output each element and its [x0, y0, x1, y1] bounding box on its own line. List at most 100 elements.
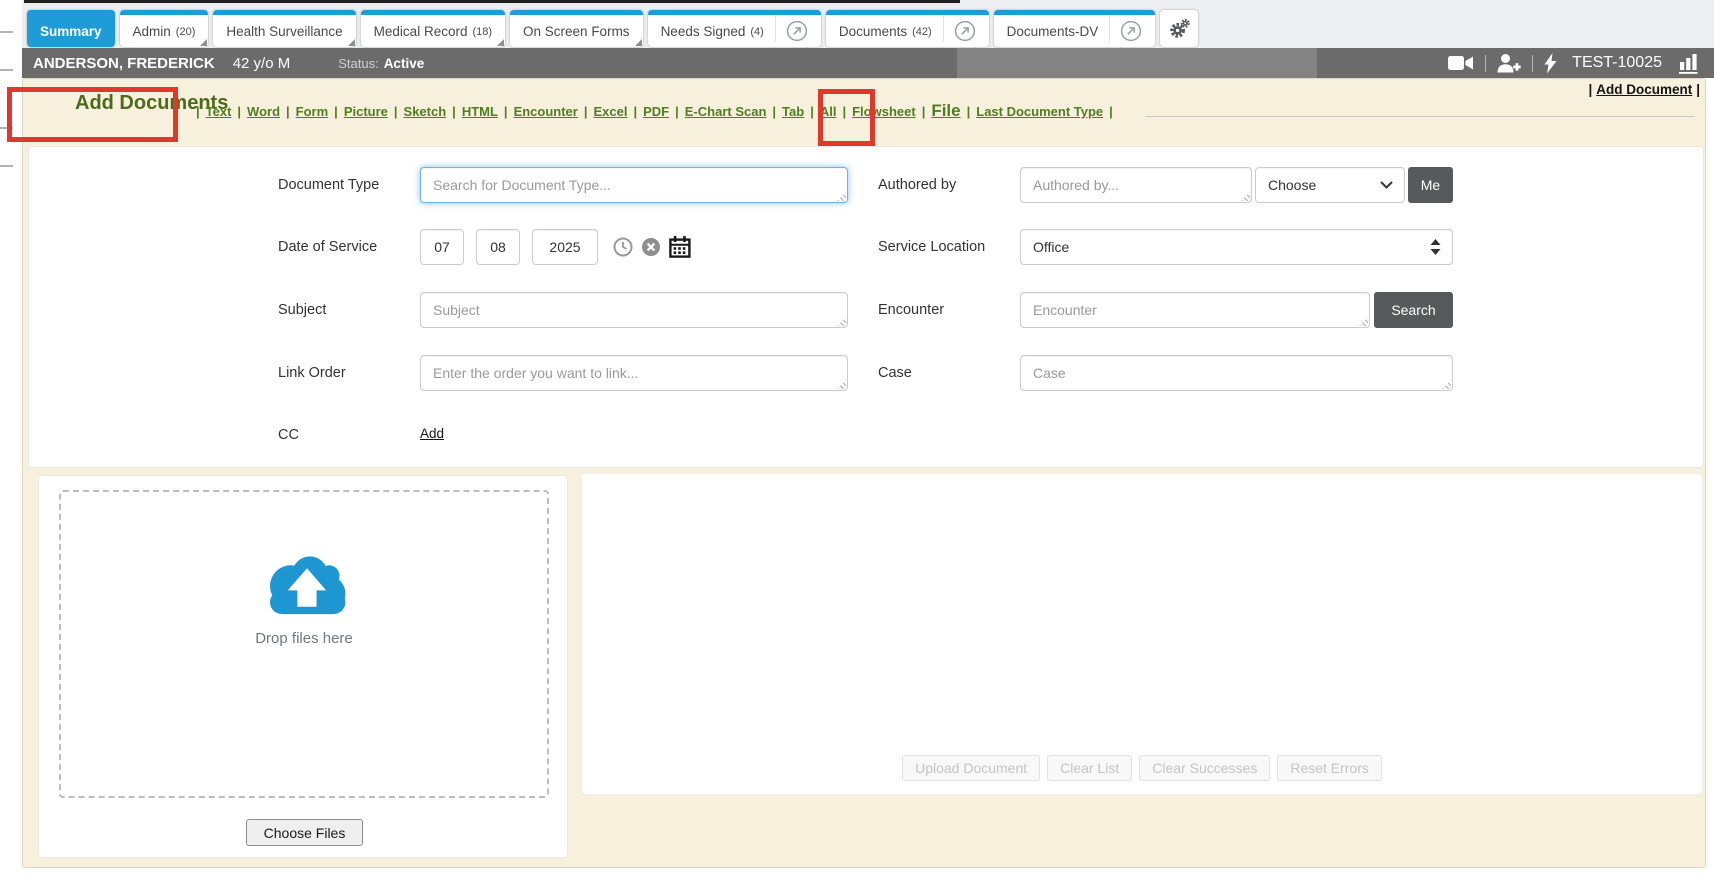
clear-list-button[interactable]: Clear List — [1047, 755, 1132, 781]
tab-documents-dv-label: Documents-DV — [1007, 19, 1099, 39]
top-border-line — [24, 0, 960, 3]
tab-summary-label: Summary — [40, 19, 102, 39]
service-location-label: Service Location — [878, 239, 985, 255]
doc-link-sketch[interactable]: Sketch — [404, 104, 447, 119]
document-type-input[interactable] — [420, 167, 848, 203]
separator: | — [1109, 104, 1113, 119]
settings-gears-button[interactable] — [1160, 10, 1198, 47]
reset-errors-button[interactable]: Reset Errors — [1277, 755, 1382, 781]
separator — [1485, 55, 1486, 72]
authored-by-choose-select[interactable]: Choose — [1255, 167, 1405, 203]
patient-bar-actions: TEST-10025 — [1448, 48, 1700, 78]
subject-input[interactable] — [420, 292, 848, 328]
separator: | — [504, 104, 508, 119]
doc-link-excel[interactable]: Excel — [594, 104, 628, 119]
case-input[interactable] — [1020, 355, 1453, 391]
case-field-wrap — [1020, 355, 1453, 391]
tab-medical-record-count: (18) — [472, 19, 492, 38]
date-day-input[interactable] — [476, 229, 520, 265]
document-type-field-wrap — [420, 167, 848, 203]
doc-link-html[interactable]: HTML — [462, 104, 498, 119]
drop-files-zone[interactable]: Drop files here — [59, 490, 549, 798]
patient-status-value: Active — [384, 56, 425, 71]
doc-link-echart-scan[interactable]: E-Chart Scan — [685, 104, 767, 119]
encounter-input[interactable] — [1020, 292, 1370, 328]
tab-documents-label: Documents — [839, 19, 907, 39]
cc-add-link[interactable]: Add — [420, 426, 444, 441]
separator: | — [1588, 82, 1592, 97]
tab-admin-label: Admin — [133, 19, 171, 39]
authored-by-input[interactable] — [1020, 167, 1252, 203]
cloud-upload-icon — [254, 552, 354, 620]
authored-by-label: Authored by — [878, 177, 956, 193]
separator: | — [1696, 82, 1700, 97]
gears-icon — [1169, 18, 1190, 39]
annotation-box-add-documents — [7, 87, 178, 142]
separator: | — [633, 104, 637, 119]
tab-documents[interactable]: Documents (42) — [826, 10, 989, 47]
add-person-icon[interactable] — [1497, 54, 1521, 73]
upload-document-button[interactable]: Upload Document — [902, 755, 1040, 781]
me-button[interactable]: Me — [1408, 167, 1453, 203]
service-location-select[interactable]: Office — [1020, 229, 1453, 265]
doc-link-form[interactable]: Form — [296, 104, 329, 119]
doc-link-tab[interactable]: Tab — [782, 104, 804, 119]
date-month-input[interactable] — [420, 229, 464, 265]
doc-link-last-document-type[interactable]: Last Document Type — [976, 104, 1103, 119]
gutter-tick — [0, 165, 13, 167]
open-in-new-window-icon[interactable] — [943, 15, 976, 42]
tab-medical-record[interactable]: Medical Record (18) — [361, 10, 505, 47]
choose-files-button[interactable]: Choose Files — [246, 819, 363, 846]
case-label: Case — [878, 365, 912, 381]
add-document-link-row: | Add Document | — [1584, 82, 1704, 97]
link-order-input[interactable] — [420, 355, 848, 391]
open-in-new-window-icon[interactable] — [775, 15, 808, 42]
annotation-box-file — [818, 89, 875, 146]
tab-health-surveillance[interactable]: Health Surveillance — [213, 10, 355, 47]
tab-on-screen-forms[interactable]: On Screen Forms — [510, 10, 643, 47]
tab-needs-signed-count: (4) — [750, 19, 763, 38]
bar-chart-icon[interactable] — [1679, 53, 1700, 74]
date-year-input[interactable] — [532, 229, 598, 265]
doc-link-encounter[interactable]: Encounter — [514, 104, 578, 119]
doc-link-word[interactable]: Word — [247, 104, 280, 119]
tab-summary[interactable]: Summary — [27, 10, 115, 47]
doc-link-picture[interactable]: Picture — [344, 104, 388, 119]
add-document-link[interactable]: Add Document — [1596, 82, 1692, 97]
separator: | — [334, 104, 338, 119]
tab-needs-signed[interactable]: Needs Signed (4) — [648, 10, 821, 47]
patient-age-sex: 42 y/o M — [233, 55, 291, 72]
lightning-bolt-icon[interactable] — [1544, 53, 1557, 74]
link-order-field-wrap — [420, 355, 848, 391]
clock-icon[interactable] — [613, 237, 633, 257]
upload-actions-row: Upload Document Clear List Clear Success… — [582, 755, 1702, 781]
document-type-links: | Text | Word | Form | Picture | Sketch | HTM… — [196, 101, 1113, 121]
separator: | — [286, 104, 290, 119]
video-camera-icon[interactable] — [1448, 55, 1474, 71]
patient-summary: ANDERSON, FREDERICK 42 y/o M Status: Act… — [22, 55, 424, 72]
tab-admin[interactable]: Admin (20) — [120, 10, 209, 47]
separator: | — [922, 104, 926, 119]
doc-link-text[interactable]: Text — [206, 104, 232, 119]
tab-admin-count: (20) — [176, 19, 196, 38]
separator — [1532, 55, 1533, 72]
service-location-value: Office — [1033, 239, 1069, 255]
doc-link-pdf[interactable]: PDF — [643, 104, 669, 119]
clear-date-icon[interactable] — [641, 237, 661, 257]
separator: | — [196, 104, 200, 119]
encounter-search-button[interactable]: Search — [1374, 292, 1453, 328]
patient-record-id: TEST-10025 — [1572, 54, 1662, 72]
tab-strip: Summary Admin (20) Health Surveillance M… — [22, 0, 1714, 48]
tab-documents-dv[interactable]: Documents-DV — [994, 10, 1156, 47]
open-in-new-window-icon[interactable] — [1109, 15, 1142, 42]
file-list-card: Upload Document Clear List Clear Success… — [581, 473, 1703, 795]
chevron-down-icon — [1380, 181, 1393, 189]
clear-successes-button[interactable]: Clear Successes — [1139, 755, 1270, 781]
doc-link-file[interactable]: File — [931, 101, 960, 121]
calendar-icon[interactable] — [669, 236, 691, 258]
chart-tabs: Summary Admin (20) Health Surveillance M… — [27, 10, 1198, 47]
dropdown-fold-icon — [348, 39, 355, 46]
file-drop-card: Drop files here Choose Files — [38, 475, 568, 858]
subject-label: Subject — [278, 302, 326, 318]
date-icon-group — [613, 229, 691, 265]
